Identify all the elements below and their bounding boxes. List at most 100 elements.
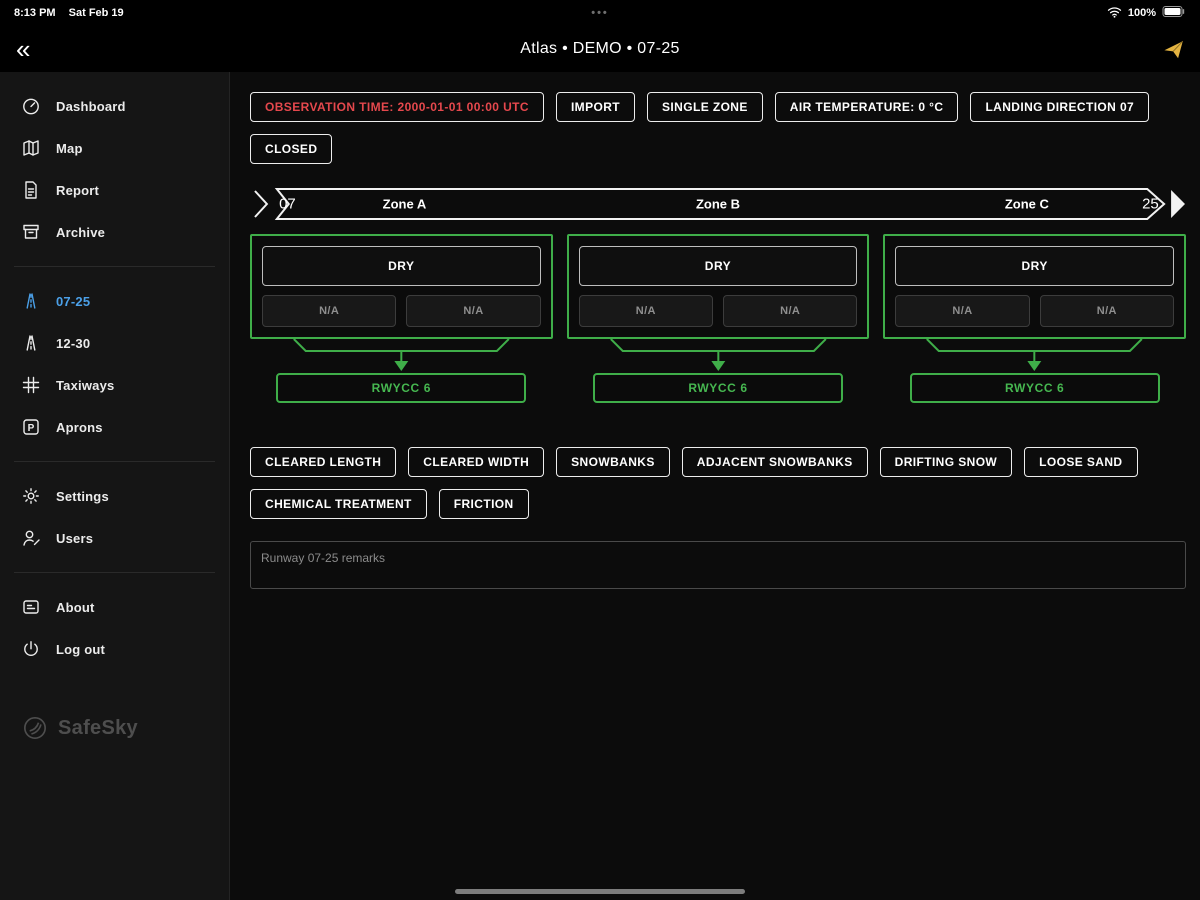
sidebar-item-label: 12-30 (56, 335, 91, 351)
zone-c-rwycc-button[interactable]: RWYCC 6 (909, 373, 1160, 403)
zone-b-coverage-button[interactable]: N/A (578, 295, 713, 327)
paper-plane-icon (1164, 40, 1184, 58)
loose-sand-button[interactable]: LOOSE SAND (1024, 447, 1138, 477)
sidebar-item-label: Map (56, 140, 83, 156)
safesky-logo: SafeSky (0, 715, 229, 741)
closed-button[interactable]: CLOSED (250, 134, 333, 164)
sidebar-item-report[interactable]: Report (0, 169, 229, 211)
runway-icon (20, 290, 42, 312)
runway-banner: 07 Zone A Zone B Zone C 25 (250, 186, 1186, 222)
map-icon (20, 137, 42, 159)
zone-b-rwycc-button[interactable]: RWYCC 6 (592, 373, 843, 403)
zone-a-label: Zone A (382, 196, 427, 212)
sidebar-item-label: 07-25 (56, 293, 91, 309)
multitask-indicator: ••• (591, 7, 609, 19)
date: Sat Feb 19 (68, 7, 124, 19)
page-title: Atlas • DEMO • 07-25 (520, 40, 680, 57)
zone-b-label: Zone B (695, 196, 741, 212)
sidebar-item-label: About (56, 599, 95, 615)
landing-direction-button[interactable]: LANDING DIRECTION 07 (970, 92, 1150, 122)
zone-connectors-row (250, 339, 1186, 373)
wifi-icon (1107, 6, 1122, 21)
sidebar-item-runway-07-25[interactable]: 07-25 (0, 280, 229, 322)
cleared-length-button[interactable]: CLEARED LENGTH (250, 447, 397, 477)
runway-designator-right: 25 (1142, 195, 1159, 213)
sidebar-item-aprons[interactable]: P Aprons (0, 406, 229, 448)
safesky-logo-text: SafeSky (58, 716, 138, 739)
sidebar-divider (14, 461, 215, 462)
power-icon (20, 638, 42, 660)
observation-time-button[interactable]: OBSERVATION TIME: 2000-01-01 00:00 UTC (250, 92, 544, 122)
snowbanks-button[interactable]: SNOWBANKS (556, 447, 670, 477)
about-icon (20, 596, 42, 618)
zone-b-surface-button[interactable]: DRY (578, 246, 858, 286)
zone-a-depth-button[interactable]: N/A (406, 295, 541, 327)
zone-a-surface-button[interactable]: DRY (262, 246, 541, 286)
sidebar-item-runway-12-30[interactable]: 12-30 (0, 322, 229, 364)
status-bar: 8:13 PM Sat Feb 19 ••• 100% (0, 0, 1200, 26)
sidebar-item-label: Taxiways (56, 377, 115, 393)
air-temperature-button[interactable]: AIR TEMPERATURE: 0 °C (774, 92, 959, 122)
zone-b-panel: DRY N/A N/A (566, 234, 870, 339)
clock: 8:13 PM (14, 7, 56, 19)
safesky-logo-icon (24, 717, 46, 739)
zone-c-surface-button[interactable]: DRY (895, 246, 1174, 286)
zone-b-depth-button[interactable]: N/A (723, 295, 858, 327)
zone-b-connector (567, 339, 870, 373)
sidebar: Dashboard Map Report Archive 07-25 12-30… (0, 72, 230, 900)
rwycc-row: RWYCC 6 RWYCC 6 RWYCC 6 (250, 373, 1186, 403)
friction-button[interactable]: FRICTION (438, 489, 529, 519)
remarks-input[interactable] (250, 541, 1186, 589)
sidebar-item-about[interactable]: About (0, 586, 229, 628)
sidebar-item-users[interactable]: Users (0, 517, 229, 559)
adjacent-snowbanks-button[interactable]: ADJACENT SNOWBANKS (681, 447, 868, 477)
home-indicator[interactable] (455, 889, 745, 894)
runway-designator-left: 07 (279, 195, 296, 213)
status-left: 8:13 PM Sat Feb 19 (14, 7, 134, 19)
toolbar-row-2: CLOSED (250, 134, 1186, 164)
sidebar-item-taxiways[interactable]: Taxiways (0, 364, 229, 406)
status-right: 100% (1107, 5, 1186, 21)
dashboard-icon (20, 95, 42, 117)
sidebar-item-label: Dashboard (56, 98, 126, 114)
zone-panels-row: DRY N/A N/A DRY N/A N/A DRY N/A N/A (250, 234, 1186, 339)
condition-buttons-row-1: CLEARED LENGTH CLEARED WIDTH SNOWBANKS A… (250, 447, 1186, 477)
gear-icon (20, 485, 42, 507)
single-zone-button[interactable]: SINGLE ZONE (647, 92, 763, 122)
archive-icon (20, 221, 42, 243)
drifting-snow-button[interactable]: DRIFTING SNOW (879, 447, 1013, 477)
cleared-width-button[interactable]: CLEARED WIDTH (408, 447, 545, 477)
import-button[interactable]: IMPORT (555, 92, 636, 122)
back-button[interactable]: « (16, 36, 30, 62)
sidebar-item-logout[interactable]: Log out (0, 628, 229, 670)
battery-percent: 100% (1127, 7, 1156, 19)
sidebar-item-map[interactable]: Map (0, 127, 229, 169)
zone-c-connector (883, 339, 1186, 373)
zone-c-coverage-button[interactable]: N/A (895, 295, 1030, 327)
sidebar-item-label: Archive (56, 224, 106, 240)
runway-icon (20, 332, 42, 354)
zone-c-label: Zone C (1004, 196, 1049, 212)
user-icon (20, 527, 42, 549)
zone-c-depth-button[interactable]: N/A (1039, 295, 1174, 327)
sidebar-divider (14, 572, 215, 573)
app-screen: 8:13 PM Sat Feb 19 ••• 100% « Atlas • DE… (0, 0, 1200, 900)
sidebar-item-label: Report (56, 182, 100, 198)
sidebar-item-label: Users (56, 530, 94, 546)
report-icon (20, 179, 42, 201)
svg-text:P: P (28, 423, 35, 434)
zone-a-rwycc-button[interactable]: RWYCC 6 (276, 373, 527, 403)
condition-buttons-row-2: CHEMICAL TREATMENT FRICTION (250, 489, 1186, 519)
toolbar-row-1: OBSERVATION TIME: 2000-01-01 00:00 UTC I… (250, 92, 1186, 122)
sidebar-item-dashboard[interactable]: Dashboard (0, 85, 229, 127)
app-header: « Atlas • DEMO • 07-25 (0, 26, 1200, 72)
chemical-treatment-button[interactable]: CHEMICAL TREATMENT (250, 489, 427, 519)
sidebar-item-settings[interactable]: Settings (0, 475, 229, 517)
send-report-button[interactable] (1163, 39, 1184, 60)
zone-a-panel: DRY N/A N/A (250, 234, 553, 339)
aprons-icon: P (20, 416, 42, 438)
sidebar-divider (14, 266, 215, 267)
zone-a-coverage-button[interactable]: N/A (262, 295, 397, 327)
taxiways-icon (20, 374, 42, 396)
sidebar-item-archive[interactable]: Archive (0, 211, 229, 253)
